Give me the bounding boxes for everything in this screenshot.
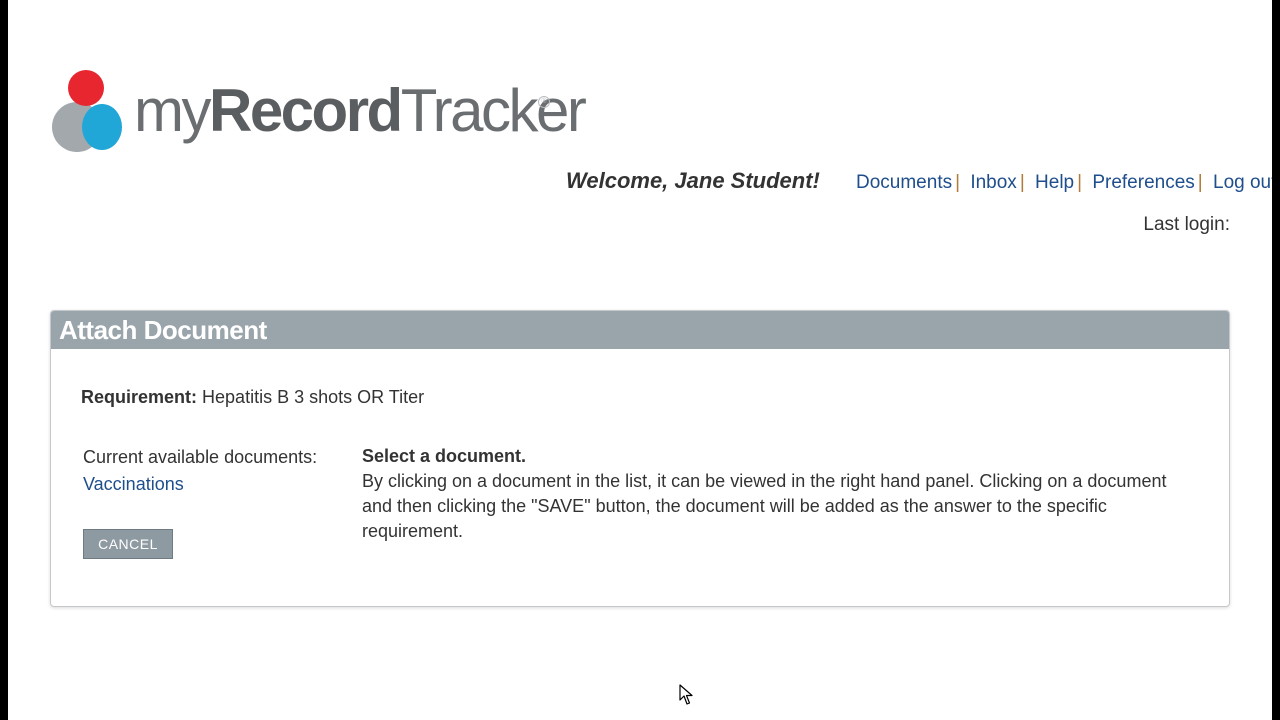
current-documents-label: Current available documents: — [83, 447, 318, 467]
myrecordtracker-logo[interactable]: myRecordTracker ® — [52, 70, 587, 156]
logo-circles-icon — [52, 70, 122, 156]
select-document-description: By clicking on a document in the list, i… — [362, 471, 1167, 541]
instructions-section: Select a document. By clicking on a docu… — [362, 444, 1182, 544]
requirement-value: Hepatitis B 3 shots OR Titer — [202, 387, 425, 407]
attach-document-panel: Attach Document Requirement: Hepatitis B… — [50, 310, 1230, 607]
nav-inbox-link[interactable]: Inbox — [970, 172, 1016, 193]
select-document-heading: Select a document. — [362, 446, 527, 466]
nav-separator: | — [1077, 172, 1083, 193]
logo-wordmark: myRecordTracker — [134, 76, 587, 146]
documents-list-section: Current available documents: Vaccination… — [83, 447, 317, 495]
logo-red-circle — [68, 70, 104, 106]
nav-documents-link[interactable]: Documents — [856, 172, 952, 193]
cancel-button[interactable]: CANCEL — [83, 529, 173, 559]
panel-title: Attach Document — [51, 311, 1229, 349]
nav-separator: | — [1019, 172, 1025, 193]
logo-text-tracker: Tracker — [400, 77, 587, 144]
nav-preferences-link[interactable]: Preferences — [1092, 172, 1194, 193]
last-login-text: Last login: — [1143, 214, 1230, 235]
nav-logout-link[interactable]: Log out — [1213, 172, 1272, 193]
registered-mark-icon: ® — [538, 96, 550, 108]
document-item-vaccinations[interactable]: Vaccinations — [83, 474, 317, 495]
nav-separator: | — [1197, 172, 1203, 193]
page: myRecordTracker ® Welcome, Jane Student!… — [8, 0, 1272, 720]
welcome-message: Welcome, Jane Student! — [566, 168, 820, 193]
logo-blue-circle — [82, 104, 122, 150]
requirement-label: Requirement: — [81, 387, 198, 407]
nav-separator: | — [955, 172, 961, 193]
nav-help-link[interactable]: Help — [1035, 172, 1074, 193]
logo-text-my: my — [134, 77, 211, 144]
logo-text-record: Record — [208, 77, 403, 144]
requirement-line: Requirement: Hepatitis B 3 shots OR Tite… — [81, 387, 424, 408]
mouse-cursor-icon — [679, 684, 693, 705]
top-nav: Documents | Inbox | Help | Preferences | Log… — [856, 172, 1272, 194]
